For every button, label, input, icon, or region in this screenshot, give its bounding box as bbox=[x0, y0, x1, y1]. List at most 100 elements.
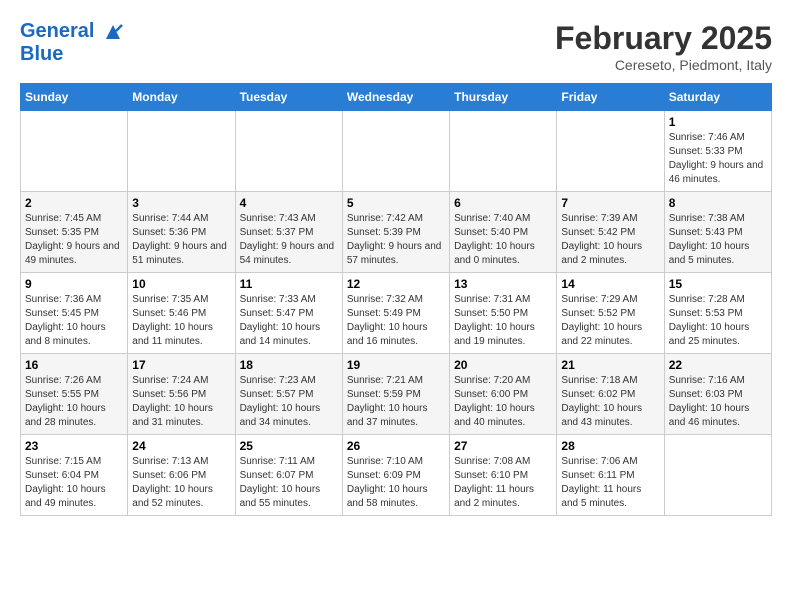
calendar-cell bbox=[235, 111, 342, 192]
day-info: Sunrise: 7:38 AM Sunset: 5:43 PM Dayligh… bbox=[669, 212, 767, 268]
day-info: Sunrise: 7:11 AM Sunset: 6:07 PM Dayligh… bbox=[240, 455, 338, 511]
day-number: 16 bbox=[25, 358, 123, 372]
day-info: Sunrise: 7:20 AM Sunset: 6:00 PM Dayligh… bbox=[454, 374, 552, 430]
calendar-cell bbox=[557, 111, 664, 192]
day-info: Sunrise: 7:36 AM Sunset: 5:45 PM Dayligh… bbox=[25, 293, 123, 349]
day-info: Sunrise: 7:18 AM Sunset: 6:02 PM Dayligh… bbox=[561, 374, 659, 430]
calendar-cell: 7 Sunrise: 7:39 AM Sunset: 5:42 PM Daylig… bbox=[557, 192, 664, 273]
day-number: 7 bbox=[561, 196, 659, 210]
calendar-cell: 3 Sunrise: 7:44 AM Sunset: 5:36 PM Daylig… bbox=[128, 192, 235, 273]
day-number: 18 bbox=[240, 358, 338, 372]
calendar-week-2: 9 Sunrise: 7:36 AM Sunset: 5:45 PM Daylig… bbox=[21, 273, 772, 354]
day-info: Sunrise: 7:46 AM Sunset: 5:33 PM Dayligh… bbox=[669, 131, 767, 187]
day-number: 10 bbox=[132, 277, 230, 291]
logo-general: General bbox=[20, 20, 94, 42]
calendar-week-4: 23 Sunrise: 7:15 AM Sunset: 6:04 PM Dayli… bbox=[21, 435, 772, 516]
header-tuesday: Tuesday bbox=[235, 84, 342, 111]
day-info: Sunrise: 7:13 AM Sunset: 6:06 PM Dayligh… bbox=[132, 455, 230, 511]
day-number: 24 bbox=[132, 439, 230, 453]
calendar-cell: 2 Sunrise: 7:45 AM Sunset: 5:35 PM Daylig… bbox=[21, 192, 128, 273]
calendar-cell bbox=[450, 111, 557, 192]
calendar-cell: 22 Sunrise: 7:16 AM Sunset: 6:03 PM Dayli… bbox=[664, 354, 771, 435]
day-number: 1 bbox=[669, 115, 767, 129]
day-info: Sunrise: 7:35 AM Sunset: 5:46 PM Dayligh… bbox=[132, 293, 230, 349]
day-info: Sunrise: 7:33 AM Sunset: 5:47 PM Dayligh… bbox=[240, 293, 338, 349]
calendar-cell: 28 Sunrise: 7:06 AM Sunset: 6:11 PM Dayli… bbox=[557, 435, 664, 516]
calendar-cell: 24 Sunrise: 7:13 AM Sunset: 6:06 PM Dayli… bbox=[128, 435, 235, 516]
day-number: 23 bbox=[25, 439, 123, 453]
day-info: Sunrise: 7:29 AM Sunset: 5:52 PM Dayligh… bbox=[561, 293, 659, 349]
calendar-week-3: 16 Sunrise: 7:26 AM Sunset: 5:55 PM Dayli… bbox=[21, 354, 772, 435]
logo-blue: Blue bbox=[20, 43, 124, 65]
day-number: 8 bbox=[669, 196, 767, 210]
calendar-cell: 20 Sunrise: 7:20 AM Sunset: 6:00 PM Dayli… bbox=[450, 354, 557, 435]
day-number: 9 bbox=[25, 277, 123, 291]
calendar-cell: 10 Sunrise: 7:35 AM Sunset: 5:46 PM Dayli… bbox=[128, 273, 235, 354]
day-number: 4 bbox=[240, 196, 338, 210]
day-number: 28 bbox=[561, 439, 659, 453]
header-friday: Friday bbox=[557, 84, 664, 111]
day-number: 17 bbox=[132, 358, 230, 372]
calendar-cell bbox=[128, 111, 235, 192]
logo-text: General bbox=[20, 20, 124, 43]
day-number: 25 bbox=[240, 439, 338, 453]
calendar-cell: 27Sunrise: 7:08 AM Sunset: 6:10 PM Dayli… bbox=[450, 435, 557, 516]
day-info: Sunrise: 7:24 AM Sunset: 5:56 PM Dayligh… bbox=[132, 374, 230, 430]
calendar-cell: 13Sunrise: 7:31 AM Sunset: 5:50 PM Dayli… bbox=[450, 273, 557, 354]
header-wednesday: Wednesday bbox=[342, 84, 449, 111]
day-number: 3 bbox=[132, 196, 230, 210]
calendar-table: SundayMondayTuesdayWednesdayThursdayFrid… bbox=[20, 83, 772, 516]
header-monday: Monday bbox=[128, 84, 235, 111]
header-thursday: Thursday bbox=[450, 84, 557, 111]
calendar-cell: 16 Sunrise: 7:26 AM Sunset: 5:55 PM Dayli… bbox=[21, 354, 128, 435]
day-number: 21 bbox=[561, 358, 659, 372]
day-number: 2 bbox=[25, 196, 123, 210]
calendar-cell: 21 Sunrise: 7:18 AM Sunset: 6:02 PM Dayli… bbox=[557, 354, 664, 435]
calendar-header-row: SundayMondayTuesdayWednesdayThursdayFrid… bbox=[21, 84, 772, 111]
calendar-cell: 4Sunrise: 7:43 AM Sunset: 5:37 PM Daylig… bbox=[235, 192, 342, 273]
calendar-week-1: 2 Sunrise: 7:45 AM Sunset: 5:35 PM Daylig… bbox=[21, 192, 772, 273]
day-info: Sunrise: 7:28 AM Sunset: 5:53 PM Dayligh… bbox=[669, 293, 767, 349]
day-number: 22 bbox=[669, 358, 767, 372]
day-info: Sunrise: 7:42 AM Sunset: 5:39 PM Dayligh… bbox=[347, 212, 445, 268]
day-info: Sunrise: 7:45 AM Sunset: 5:35 PM Dayligh… bbox=[25, 212, 123, 268]
day-number: 19 bbox=[347, 358, 445, 372]
calendar-cell: 17 Sunrise: 7:24 AM Sunset: 5:56 PM Dayli… bbox=[128, 354, 235, 435]
day-info: Sunrise: 7:06 AM Sunset: 6:11 PM Dayligh… bbox=[561, 455, 659, 511]
calendar-cell: 1 Sunrise: 7:46 AM Sunset: 5:33 PM Daylig… bbox=[664, 111, 771, 192]
calendar-cell: 5 Sunrise: 7:42 AM Sunset: 5:39 PM Daylig… bbox=[342, 192, 449, 273]
calendar-cell: 26Sunrise: 7:10 AM Sunset: 6:09 PM Dayli… bbox=[342, 435, 449, 516]
calendar-cell: 18 Sunrise: 7:23 AM Sunset: 5:57 PM Dayli… bbox=[235, 354, 342, 435]
calendar-cell bbox=[342, 111, 449, 192]
day-info: Sunrise: 7:26 AM Sunset: 5:55 PM Dayligh… bbox=[25, 374, 123, 430]
day-number: 11 bbox=[240, 277, 338, 291]
location-subtitle: Cereseto, Piedmont, Italy bbox=[555, 57, 772, 73]
calendar-cell: 6Sunrise: 7:40 AM Sunset: 5:40 PM Daylig… bbox=[450, 192, 557, 273]
title-section: February 2025 Cereseto, Piedmont, Italy bbox=[555, 20, 772, 73]
day-number: 14 bbox=[561, 277, 659, 291]
calendar-cell: 15 Sunrise: 7:28 AM Sunset: 5:53 PM Dayli… bbox=[664, 273, 771, 354]
month-title: February 2025 bbox=[555, 20, 772, 57]
day-info: Sunrise: 7:44 AM Sunset: 5:36 PM Dayligh… bbox=[132, 212, 230, 268]
logo-icon bbox=[102, 21, 124, 43]
day-number: 12 bbox=[347, 277, 445, 291]
day-info: Sunrise: 7:32 AM Sunset: 5:49 PM Dayligh… bbox=[347, 293, 445, 349]
day-info: Sunrise: 7:39 AM Sunset: 5:42 PM Dayligh… bbox=[561, 212, 659, 268]
day-info: Sunrise: 7:16 AM Sunset: 6:03 PM Dayligh… bbox=[669, 374, 767, 430]
day-info: Sunrise: 7:08 AM Sunset: 6:10 PM Dayligh… bbox=[454, 455, 552, 511]
calendar-week-0: 1 Sunrise: 7:46 AM Sunset: 5:33 PM Daylig… bbox=[21, 111, 772, 192]
day-info: Sunrise: 7:15 AM Sunset: 6:04 PM Dayligh… bbox=[25, 455, 123, 511]
calendar-cell: 11 Sunrise: 7:33 AM Sunset: 5:47 PM Dayli… bbox=[235, 273, 342, 354]
day-number: 5 bbox=[347, 196, 445, 210]
calendar-cell bbox=[664, 435, 771, 516]
day-info: Sunrise: 7:23 AM Sunset: 5:57 PM Dayligh… bbox=[240, 374, 338, 430]
calendar-cell: 8 Sunrise: 7:38 AM Sunset: 5:43 PM Daylig… bbox=[664, 192, 771, 273]
calendar-cell: 14 Sunrise: 7:29 AM Sunset: 5:52 PM Dayli… bbox=[557, 273, 664, 354]
day-number: 20 bbox=[454, 358, 552, 372]
calendar-cell: 9 Sunrise: 7:36 AM Sunset: 5:45 PM Daylig… bbox=[21, 273, 128, 354]
day-number: 15 bbox=[669, 277, 767, 291]
calendar-cell: 12 Sunrise: 7:32 AM Sunset: 5:49 PM Dayli… bbox=[342, 273, 449, 354]
day-info: Sunrise: 7:31 AM Sunset: 5:50 PM Dayligh… bbox=[454, 293, 552, 349]
calendar-cell: 25 Sunrise: 7:11 AM Sunset: 6:07 PM Dayli… bbox=[235, 435, 342, 516]
day-info: Sunrise: 7:40 AM Sunset: 5:40 PM Dayligh… bbox=[454, 212, 552, 268]
